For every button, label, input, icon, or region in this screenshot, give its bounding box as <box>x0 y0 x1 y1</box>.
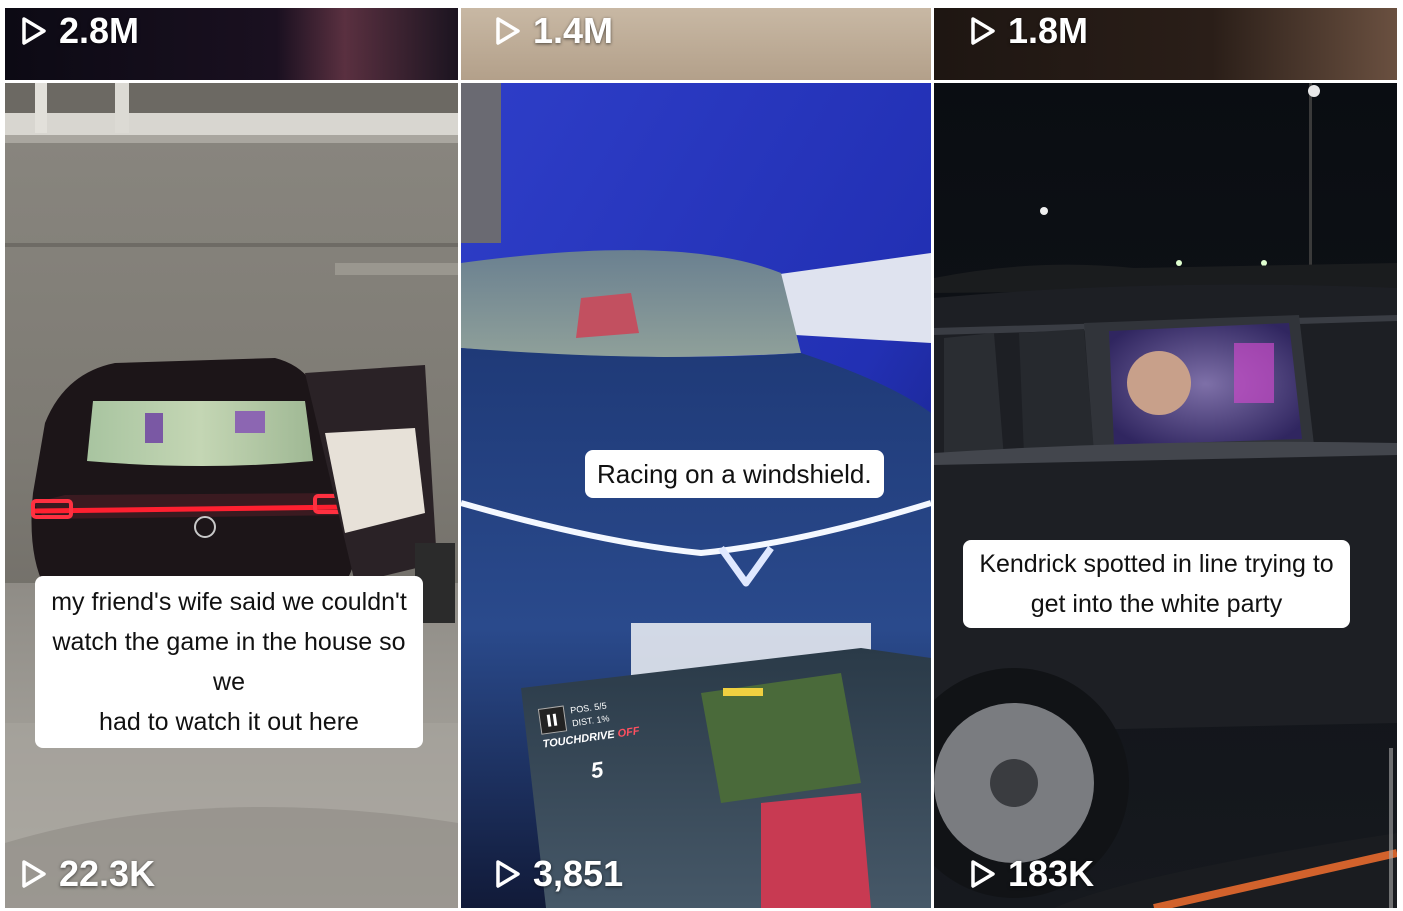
video-caption: Kendrick spotted in line trying to get i… <box>963 540 1350 628</box>
view-count-text: 1.4M <box>533 10 614 51</box>
caption-line: had to watch it out here <box>99 708 359 736</box>
view-count-text: 2.8M <box>59 10 140 51</box>
video-tile-1[interactable]: my friend's wife said we couldn't watch … <box>5 83 458 908</box>
view-count-text: 183K <box>1008 853 1095 894</box>
video-thumbnail <box>934 83 1397 908</box>
video-tile-top-1[interactable]: 2.8M <box>5 8 458 80</box>
video-tile-top-2[interactable]: 1.4M <box>461 8 931 80</box>
pause-icon[interactable] <box>537 705 568 735</box>
view-count-text: 3,851 <box>533 853 624 894</box>
video-tile-2[interactable]: POS. 5/5 DIST. 1% TOUCHDRIVE OFF 5 Racin… <box>461 83 931 908</box>
view-count-text: 1.8M <box>1008 10 1089 51</box>
play-icon <box>971 860 995 888</box>
video-thumbnail <box>5 83 458 908</box>
hud-dist-value: 1% <box>595 713 611 725</box>
caption-line: watch the game in the house so we <box>52 628 406 696</box>
top-row: 2.8M 1.4M 1.8M <box>5 8 1397 80</box>
play-icon <box>971 17 995 45</box>
view-count: 2.8M <box>21 10 139 52</box>
play-icon <box>22 17 46 45</box>
video-caption: Racing on a windshield. <box>585 450 884 498</box>
view-count: 3,851 <box>495 853 623 895</box>
hud-touchdrive-state: OFF <box>616 725 641 741</box>
view-count: 22.3K <box>21 853 155 895</box>
game-hud: POS. 5/5 DIST. 1% TOUCHDRIVE OFF 5 <box>537 694 658 791</box>
video-grid: 2.8M 1.4M 1.8M my friend's wife said we … <box>5 8 1397 908</box>
caption-line: Kendrick spotted in line trying to <box>979 550 1334 578</box>
view-count: 183K <box>970 853 1094 895</box>
play-icon <box>496 860 520 888</box>
video-tile-top-3[interactable]: 1.8M <box>934 8 1397 80</box>
video-tile-3[interactable]: Kendrick spotted in line trying to get i… <box>934 83 1397 908</box>
view-count: 1.4M <box>495 10 613 52</box>
caption-line: get into the white party <box>1030 590 1283 618</box>
video-caption: my friend's wife said we couldn't watch … <box>35 576 423 748</box>
caption-line: Racing on a windshield. <box>597 459 872 489</box>
caption-line: my friend's wife said we couldn't <box>51 588 407 616</box>
hud-dist-label: DIST. <box>571 715 595 729</box>
view-count-text: 22.3K <box>59 853 156 894</box>
view-count: 1.8M <box>970 10 1088 52</box>
hud-pos-label: POS. <box>569 702 593 716</box>
play-icon <box>496 17 520 45</box>
play-icon <box>22 860 46 888</box>
hud-pos-value: 5/5 <box>593 700 608 713</box>
